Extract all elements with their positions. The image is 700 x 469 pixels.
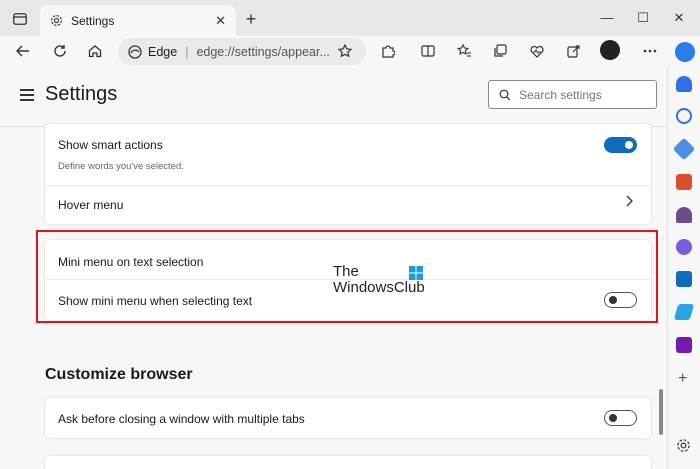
split-screen-button[interactable]	[417, 40, 439, 62]
show-smart-actions-row: Show smart actions Define words you've s…	[45, 124, 651, 185]
refresh-icon	[54, 45, 66, 57]
tab-actions-button[interactable]	[10, 9, 30, 29]
copilot-button[interactable]	[675, 42, 695, 62]
menu-hamburger-icon[interactable]	[20, 89, 34, 101]
show-mini-menu-label: Show mini menu when selecting text	[58, 294, 253, 308]
tab-settings[interactable]: Settings ✕	[40, 5, 236, 36]
ask-before-closing-toggle[interactable]	[604, 410, 637, 426]
favorites-button[interactable]	[453, 40, 475, 62]
heart-pulse-icon	[530, 45, 544, 58]
favorite-star-button[interactable]	[334, 40, 356, 62]
maximize-button[interactable]: ☐	[633, 8, 653, 28]
bell-icon[interactable]	[676, 76, 692, 92]
onenote-icon[interactable]	[676, 337, 692, 353]
ask-before-closing-label: Ask before closing a window with multipl…	[58, 412, 305, 426]
address-bar[interactable]: Edge | edge://settings/appear...	[118, 38, 366, 65]
puzzle-icon	[382, 45, 395, 58]
back-arrow-icon	[16, 45, 29, 57]
watermark: The WindowsClub	[333, 264, 425, 296]
edge-logo-icon	[128, 44, 142, 59]
smart-actions-card: Show smart actions Define words you've s…	[45, 124, 651, 224]
hover-menu-label: Hover menu	[58, 198, 124, 212]
title-bar: Settings ✕ + — ☐ ✕	[0, 0, 700, 36]
send-icon[interactable]	[673, 304, 695, 320]
next-setting-card	[45, 456, 651, 469]
web-capture-icon	[567, 45, 580, 58]
favorites-list-icon	[456, 44, 471, 57]
split-screen-icon	[421, 45, 435, 57]
mini-menu-heading: Mini menu on text selection	[58, 255, 204, 269]
search-icon	[499, 89, 511, 100]
watermark-line2: WindowsClub	[333, 279, 425, 296]
copilot-icon[interactable]	[676, 239, 692, 255]
search-settings-input[interactable]	[519, 87, 639, 102]
collections-button[interactable]	[490, 40, 512, 62]
settings-page: Settings Show smart actions Define words…	[0, 67, 667, 469]
tab-title: Settings	[71, 13, 115, 28]
outlook-icon[interactable]	[676, 271, 692, 287]
browser-essentials-button[interactable]	[526, 40, 548, 62]
hover-menu-row[interactable]: Hover menu	[45, 186, 651, 224]
toolbar: Edge | edge://settings/appear...	[0, 36, 700, 67]
toggle-knob	[609, 296, 617, 304]
show-smart-actions-subtitle: Define words you've selected.	[58, 161, 184, 172]
chevron-right-icon	[625, 194, 633, 210]
settings-icon[interactable]	[676, 438, 691, 458]
page-title: Settings	[45, 83, 118, 105]
search-settings-box[interactable]	[488, 80, 657, 109]
tag-icon[interactable]	[672, 137, 696, 161]
home-icon	[88, 45, 102, 58]
more-dots-icon	[643, 49, 657, 53]
address-brand: Edge	[148, 44, 178, 59]
customize-browser-heading: Customize browser	[45, 366, 193, 383]
home-button[interactable]	[84, 40, 106, 62]
tab-actions-icon	[13, 13, 27, 25]
windows-logo-icon	[409, 266, 423, 280]
settings-header: Settings	[0, 67, 667, 127]
extensions-button[interactable]	[377, 40, 399, 62]
collections-icon	[494, 44, 507, 57]
back-button[interactable]	[12, 40, 34, 62]
minimize-button[interactable]: —	[597, 8, 617, 28]
refresh-button[interactable]	[49, 40, 71, 62]
toolbox-icon[interactable]	[676, 174, 692, 190]
web-capture-button[interactable]	[563, 40, 585, 62]
customize-browser-card: Ask before closing a window with multipl…	[45, 398, 651, 438]
add-icon[interactable]: +	[678, 370, 687, 388]
star-icon	[338, 44, 352, 58]
gear-icon	[51, 15, 62, 26]
scrollbar-thumb[interactable]	[659, 389, 663, 435]
address-separator: |	[185, 44, 189, 59]
search-icon[interactable]	[676, 108, 692, 124]
toggle-knob	[625, 141, 633, 149]
profile-avatar[interactable]	[600, 40, 620, 60]
settings-more-button[interactable]	[639, 40, 661, 62]
tab-close-icon[interactable]: ✕	[215, 13, 226, 29]
close-window-button[interactable]: ✕	[669, 8, 689, 28]
show-smart-actions-toggle[interactable]	[604, 137, 637, 153]
chess-icon[interactable]	[676, 207, 692, 223]
toggle-knob	[609, 414, 617, 422]
new-tab-button[interactable]: +	[241, 9, 261, 29]
edge-sidebar: +	[667, 42, 700, 469]
show-mini-menu-toggle[interactable]	[604, 292, 637, 308]
show-smart-actions-label: Show smart actions	[58, 138, 163, 152]
